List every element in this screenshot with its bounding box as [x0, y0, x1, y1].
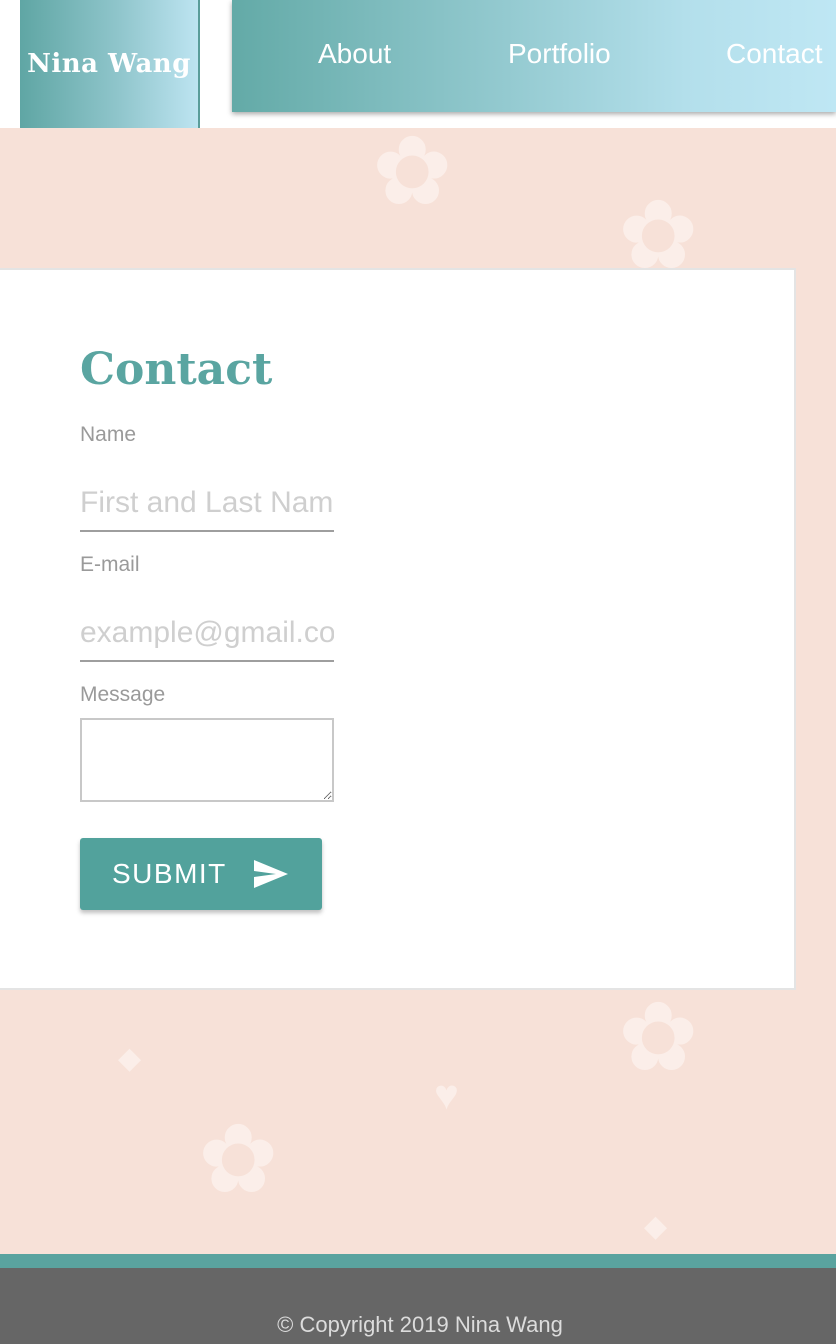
logo-text: Nina Wang	[27, 49, 191, 79]
flower-icon: ✿	[618, 984, 699, 1091]
name-input[interactable]	[80, 476, 334, 532]
message-textarea[interactable]	[80, 718, 334, 802]
main-nav: About Portfolio Contact	[232, 0, 836, 112]
flower-icon: ✿	[372, 128, 453, 225]
message-label: Message	[80, 683, 166, 706]
flower-icon: ✿	[198, 1106, 279, 1213]
petal-icon: ◆	[644, 1210, 668, 1243]
nav-link-portfolio[interactable]: Portfolio	[508, 38, 611, 70]
petal-icon: ◆	[118, 1042, 142, 1075]
email-input[interactable]	[80, 606, 334, 662]
send-icon	[254, 860, 288, 888]
contact-title: Contact	[80, 344, 273, 395]
footer: © Copyright 2019 Nina Wang	[0, 1268, 836, 1344]
email-label: E-mail	[80, 553, 140, 576]
footer-accent-strip	[0, 1254, 836, 1268]
submit-button[interactable]: SUBMIT	[80, 838, 322, 910]
nav-link-contact[interactable]: Contact	[726, 38, 823, 70]
copyright-text: © Copyright 2019 Nina Wang	[277, 1312, 563, 1337]
nav-link-about[interactable]: About	[318, 38, 391, 70]
name-label: Name	[80, 423, 137, 446]
petal-icon: ♥	[434, 1071, 459, 1118]
submit-label: SUBMIT	[112, 858, 227, 889]
site-logo[interactable]: Nina Wang	[20, 0, 200, 128]
